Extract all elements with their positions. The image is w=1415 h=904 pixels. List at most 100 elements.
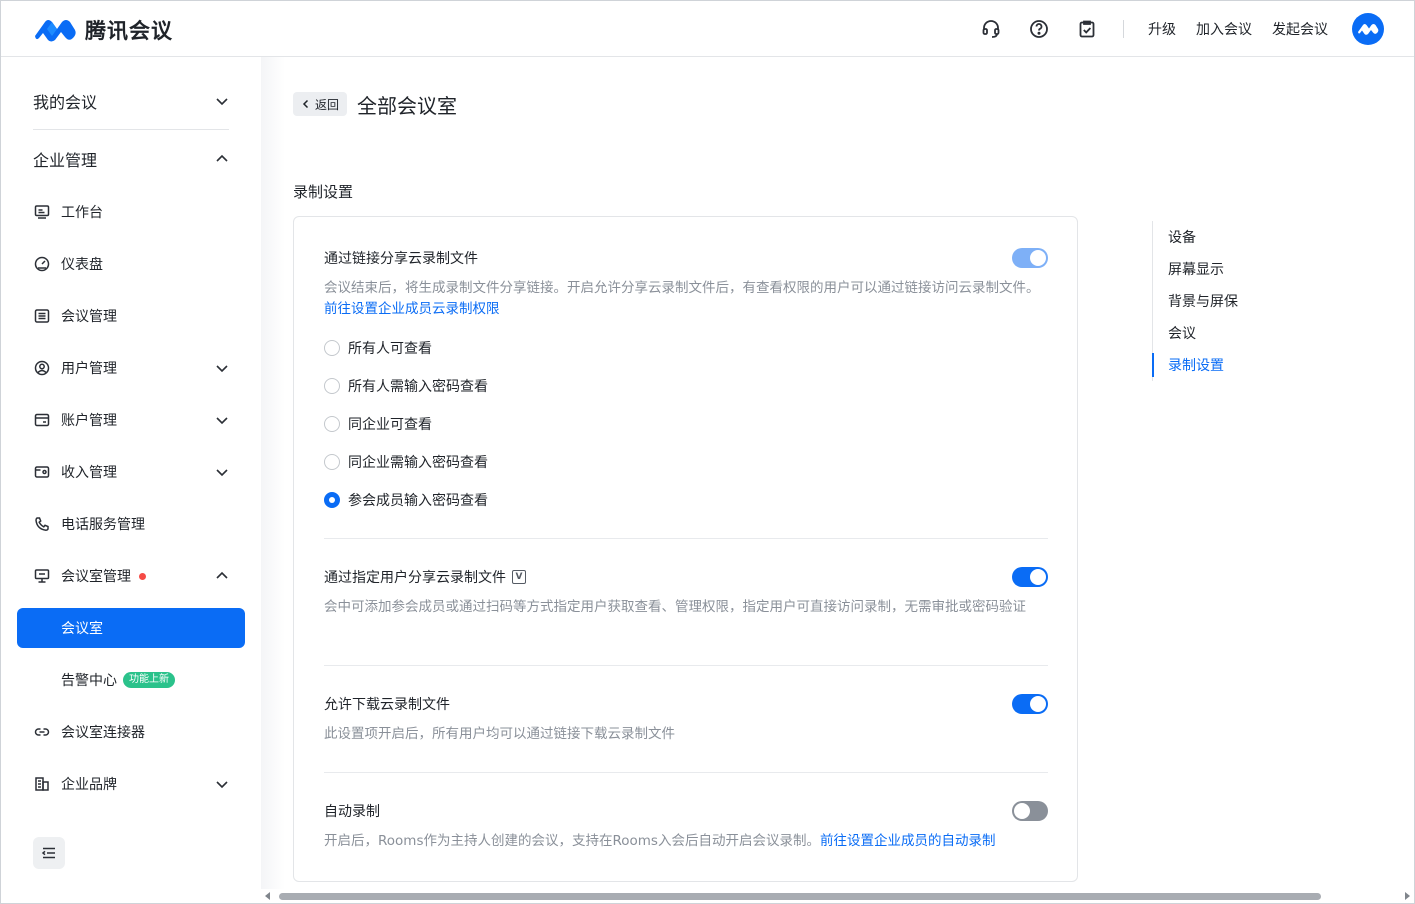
- radio-label: 所有人需输入密码查看: [348, 379, 488, 395]
- sidebar-item-dashboard[interactable]: 仪表盘: [33, 246, 229, 282]
- sidebar-item-rooms[interactable]: 会议室: [17, 608, 245, 648]
- sidebar-item-connector[interactable]: 会议室连接器: [33, 714, 229, 750]
- user-share-toggle[interactable]: [1012, 567, 1048, 587]
- collapse-menu-icon: [41, 847, 55, 859]
- sidebar-item-label: 会议室连接器: [61, 725, 145, 741]
- avatar[interactable]: [1352, 13, 1384, 45]
- radio-button[interactable]: [324, 340, 340, 356]
- app-logo[interactable]: 腾讯会议: [33, 15, 173, 45]
- headset-icon[interactable]: [979, 17, 1003, 41]
- recording-settings-card: 通过链接分享云录制文件 会议结束后，将生成录制文件分享链接。开启允许分享云录制文…: [293, 216, 1078, 882]
- anchor-item-device[interactable]: 设备: [1153, 221, 1312, 253]
- sidebar-item-label: 账户管理: [61, 413, 117, 429]
- top-bar: 腾讯会议 升级 加入会议 发起会议: [1, 1, 1414, 57]
- phone-icon: [33, 515, 51, 533]
- sidebar-item-label: 会议室: [61, 621, 103, 637]
- anchor-item-screen-display[interactable]: 屏幕显示: [1153, 253, 1312, 285]
- sidebar-item-workbench[interactable]: 工作台: [33, 194, 229, 230]
- cloud-record-permission-link[interactable]: 前往设置企业成员云录制权限: [324, 301, 500, 317]
- chevron-down-icon: [216, 469, 228, 477]
- sidebar-item-label: 会议管理: [61, 309, 117, 325]
- sidebar-item-account-mgmt[interactable]: 账户管理: [33, 402, 229, 438]
- sidebar-item-room-mgmt[interactable]: 会议室管理: [33, 558, 229, 594]
- user-circle-icon: [33, 359, 51, 377]
- main-scroll-area: 返回 全部会议室 录制设置 通过链接分享云录制文件 会议结束后，将生成录制文件分…: [261, 57, 1414, 891]
- setting-description: 会议结束后，将生成录制文件分享链接。开启允许分享云录制文件后，有查看权限的用户可…: [324, 278, 1048, 320]
- projector-screen-icon: [33, 567, 51, 585]
- radio-button-selected[interactable]: [324, 492, 340, 508]
- alert-dot: [139, 572, 146, 580]
- sidebar-item-user-mgmt[interactable]: 用户管理: [33, 350, 229, 386]
- anchor-item-background[interactable]: 背景与屏保: [1153, 285, 1312, 317]
- description-text: 开启后，Rooms作为主持人创建的会议，支持在Rooms入会后自动开启会议录制。: [324, 833, 820, 849]
- radio-option-everyone-password[interactable]: 所有人需输入密码查看: [324, 376, 488, 396]
- card-icon: [33, 463, 51, 481]
- description-text: 会议结束后，将生成录制文件分享链接。开启允许分享云录制文件后，有查看权限的用户可…: [324, 280, 1040, 296]
- chevron-up-icon: [216, 154, 228, 162]
- auto-record-toggle[interactable]: [1012, 801, 1048, 821]
- setting-title: 自动录制: [324, 804, 380, 820]
- sidebar-item-label: 仪表盘: [61, 257, 103, 273]
- anchor-item-meeting[interactable]: 会议: [1153, 317, 1312, 349]
- main-content: 返回 全部会议室 录制设置 通过链接分享云录制文件 会议结束后，将生成录制文件分…: [261, 57, 1414, 891]
- tencent-meeting-logo-icon: [35, 20, 76, 42]
- collapse-sidebar-button[interactable]: [33, 837, 65, 869]
- horizontal-scrollbar[interactable]: [261, 889, 1414, 903]
- chevron-left-icon: [302, 99, 309, 109]
- monitor-icon: [33, 203, 51, 221]
- new-feature-badge: 功能上新: [123, 672, 175, 688]
- radio-label: 参会成员输入密码查看: [348, 493, 488, 509]
- join-meeting-link[interactable]: 加入会议: [1196, 19, 1252, 39]
- chevron-down-icon: [216, 417, 228, 425]
- start-meeting-link[interactable]: 发起会议: [1272, 19, 1328, 39]
- vip-icon: V: [512, 570, 526, 584]
- radio-option-same-enterprise[interactable]: 同企业可查看: [324, 414, 432, 434]
- sidebar-item-brand[interactable]: 企业品牌: [33, 766, 229, 802]
- sidebar-group-my-meetings[interactable]: 我的会议: [33, 81, 229, 121]
- link-share-toggle[interactable]: [1012, 248, 1048, 268]
- radio-button[interactable]: [324, 416, 340, 432]
- sidebar-item-meeting-mgmt[interactable]: 会议管理: [33, 298, 229, 334]
- help-icon[interactable]: [1027, 17, 1051, 41]
- header-actions: 升级 加入会议 发起会议: [955, 13, 1384, 45]
- back-button[interactable]: 返回: [293, 92, 348, 116]
- setting-description: 开启后，Rooms作为主持人创建的会议，支持在Rooms入会后自动开启会议录制。…: [324, 831, 1048, 852]
- scroll-left-arrow-icon[interactable]: [265, 892, 270, 900]
- setting-title: 通过链接分享云录制文件: [324, 251, 478, 267]
- setting-title-text: 通过指定用户分享云录制文件: [324, 570, 506, 586]
- clipboard-check-icon[interactable]: [1075, 17, 1099, 41]
- radio-option-everyone[interactable]: 所有人可查看: [324, 338, 432, 358]
- sidebar-item-label: 用户管理: [61, 361, 117, 377]
- sidebar-item-phone-mgmt[interactable]: 电话服务管理: [33, 506, 229, 542]
- sidebar-group-label: 我的会议: [33, 93, 98, 112]
- building-icon: [33, 775, 51, 793]
- chevron-down-icon: [216, 781, 228, 789]
- upgrade-link[interactable]: 升级: [1148, 19, 1176, 39]
- scroll-right-arrow-icon[interactable]: [1405, 892, 1410, 900]
- anchor-nav: 设备 屏幕显示 背景与屏保 会议 录制设置: [1152, 221, 1312, 381]
- sidebar-item-label: 会议室管理: [61, 569, 131, 585]
- radio-option-same-enterprise-password[interactable]: 同企业需输入密码查看: [324, 452, 488, 472]
- anchor-item-recording[interactable]: 录制设置: [1152, 349, 1312, 381]
- setting-description: 此设置项开启后，所有用户均可以通过链接下载云录制文件: [324, 726, 675, 742]
- setting-title: 允许下载云录制文件: [324, 697, 450, 713]
- sidebar-divider: [33, 129, 229, 130]
- sidebar-item-alert-center[interactable]: 告警中心 功能上新: [61, 662, 175, 698]
- chevron-down-icon: [216, 98, 228, 106]
- download-toggle[interactable]: [1012, 694, 1048, 714]
- sidebar-item-income-mgmt[interactable]: 收入管理: [33, 454, 229, 490]
- radio-button[interactable]: [324, 454, 340, 470]
- scrollbar-thumb[interactable]: [279, 893, 1321, 900]
- radio-button[interactable]: [324, 378, 340, 394]
- setting-title: 通过指定用户分享云录制文件 V: [324, 567, 1048, 587]
- auto-record-settings-link[interactable]: 前往设置企业成员的自动录制: [820, 833, 996, 849]
- sidebar-item-label: 企业品牌: [61, 777, 117, 793]
- section-title: 录制设置: [293, 183, 354, 201]
- radio-option-participants-password[interactable]: 参会成员输入密码查看: [324, 490, 488, 510]
- sidebar-item-label: 收入管理: [61, 465, 117, 481]
- setting-link-share: 通过链接分享云录制文件 会议结束后，将生成录制文件分享链接。开启允许分享云录制文…: [324, 248, 1048, 320]
- sidebar-group-enterprise[interactable]: 企业管理: [33, 139, 229, 179]
- page-title: 全部会议室: [357, 94, 457, 118]
- app-window: 腾讯会议 升级 加入会议 发起会议 我的会议 企业管理 工作台 仪表盘 会议管理…: [0, 0, 1415, 904]
- chevron-up-icon: [216, 571, 228, 579]
